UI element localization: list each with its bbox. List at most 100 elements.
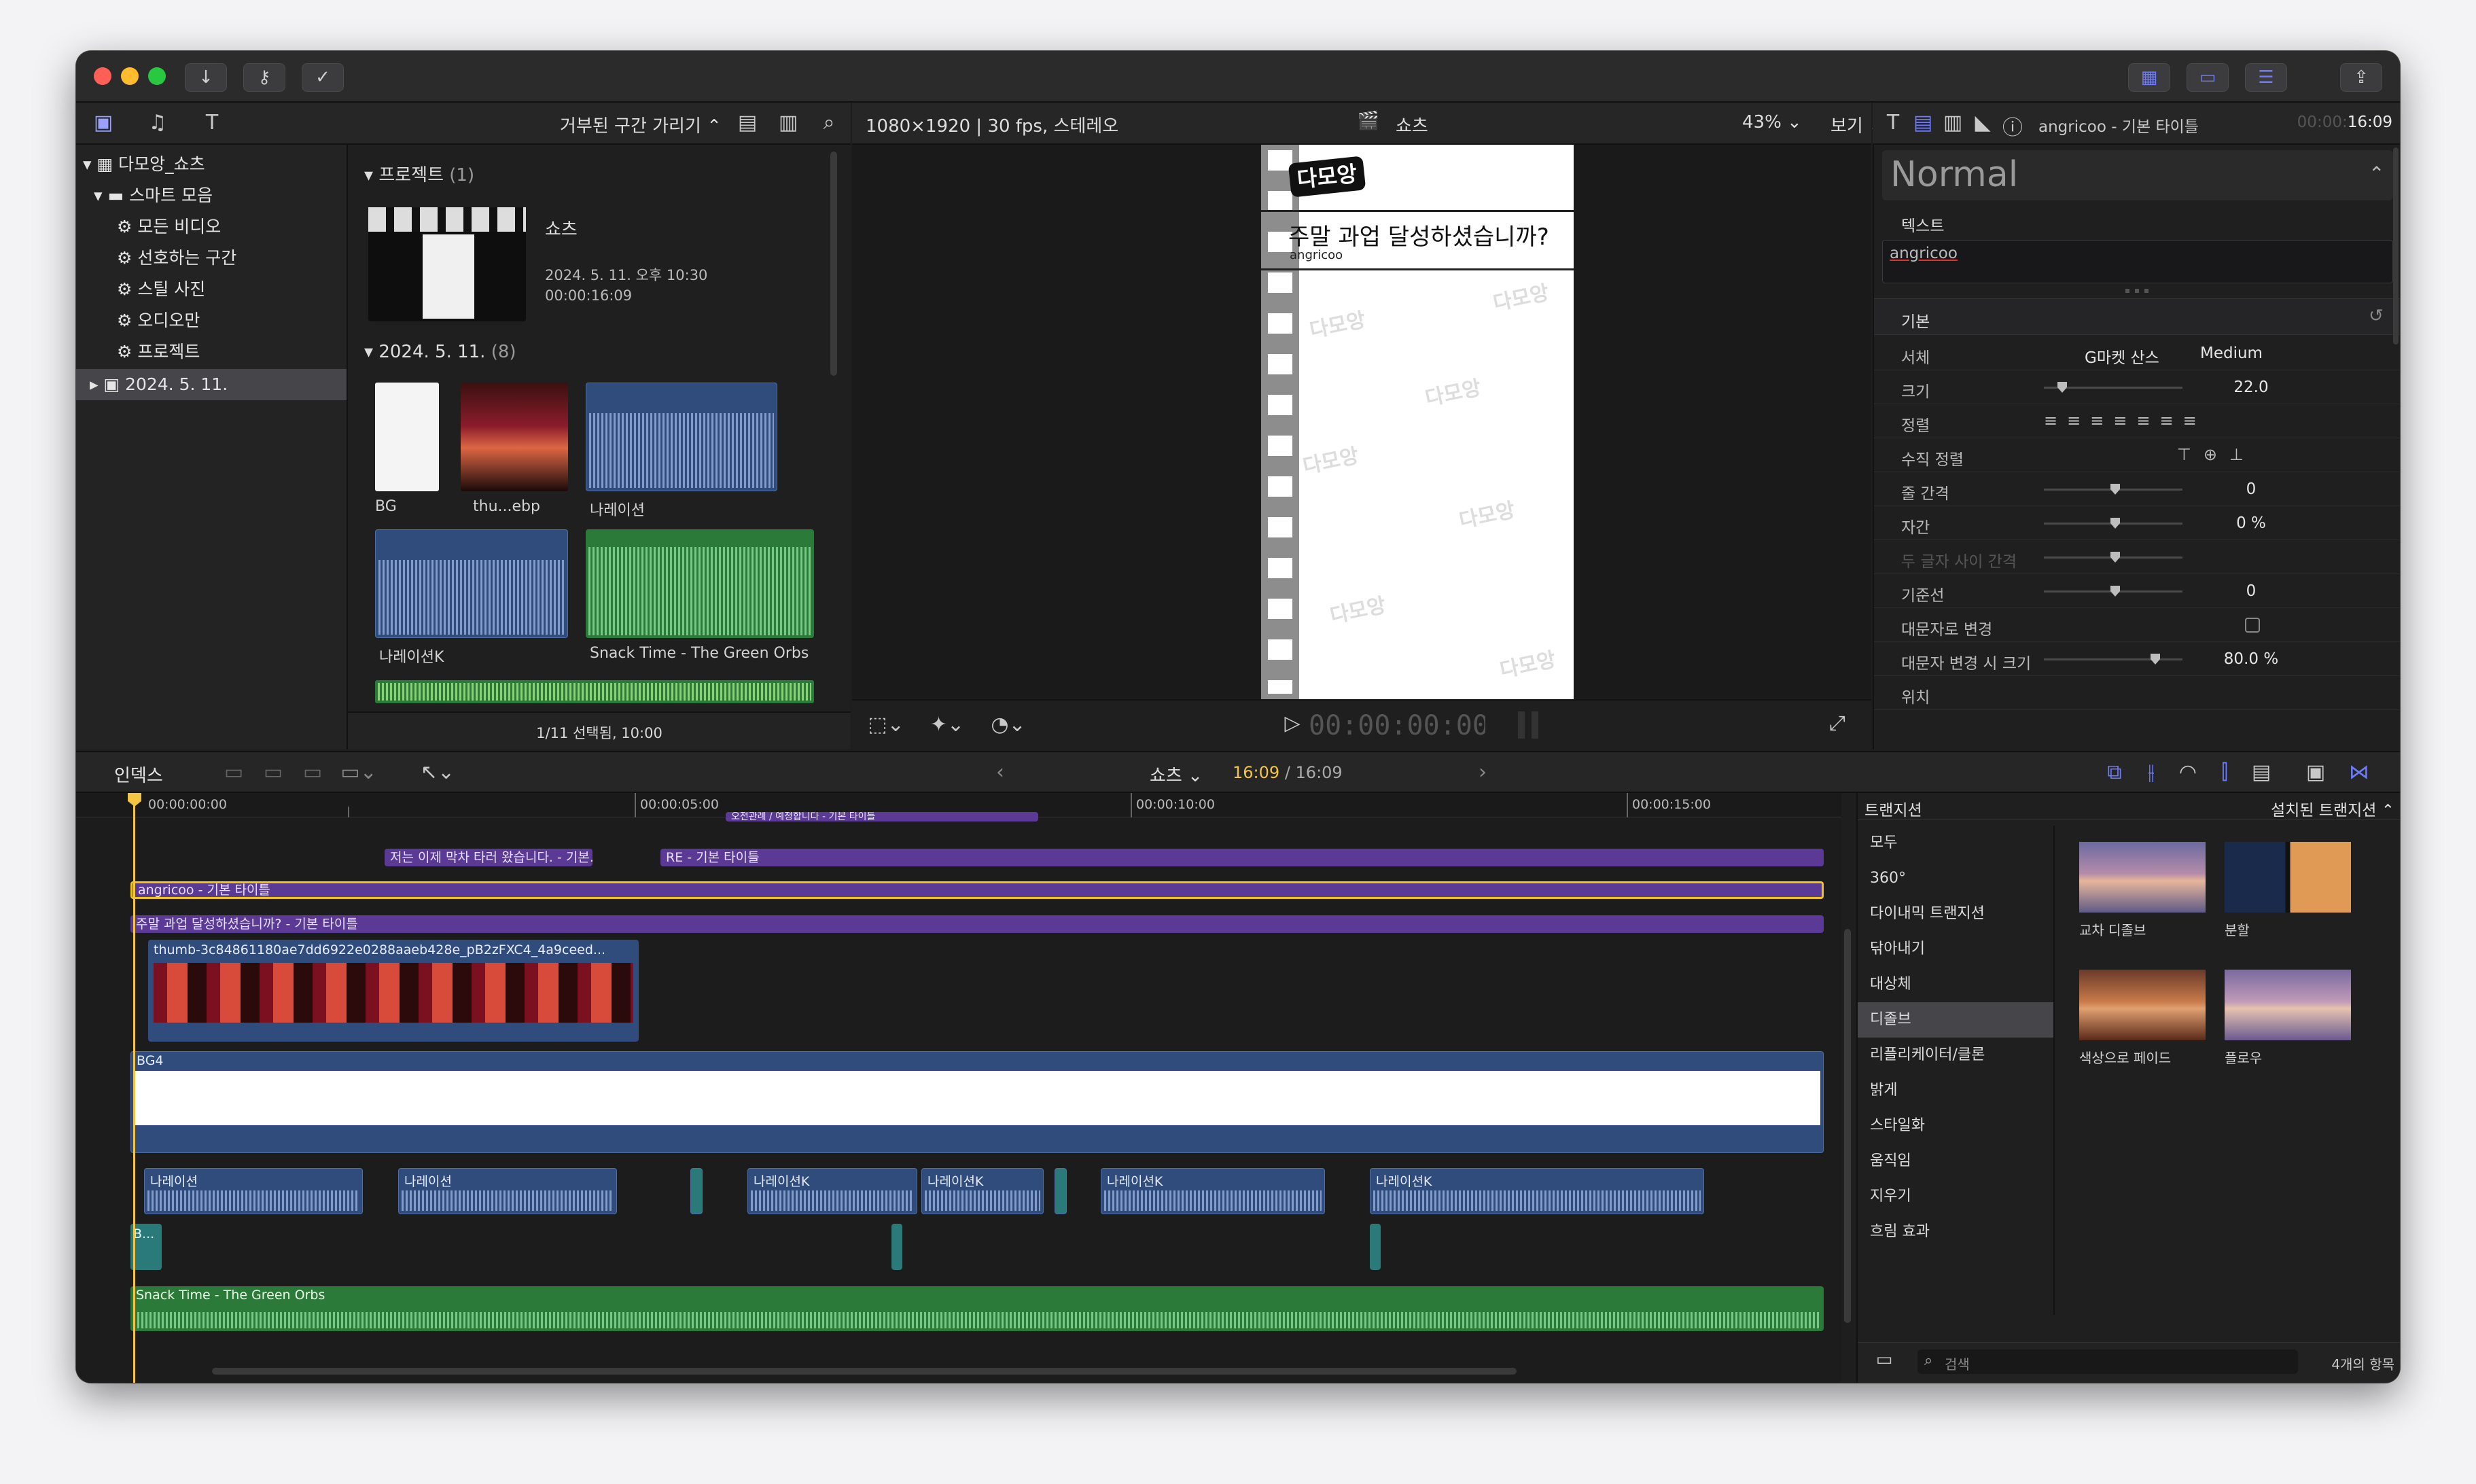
font-weight-popup[interactable]: Medium [2200, 344, 2302, 362]
transform-icon[interactable]: ⬚⌄ [866, 713, 906, 737]
smart-collection-all-video[interactable]: ⚙ 모든 비디오 [117, 211, 341, 243]
background-tasks-button[interactable]: ✓ [302, 63, 344, 92]
inspector-toggle-button[interactable]: ☰ [2245, 63, 2287, 92]
index-button[interactable]: 인덱스 [114, 762, 196, 787]
zoom-popup[interactable]: 43% ⌄ [1742, 112, 1817, 132]
slider-knob[interactable] [2151, 654, 2160, 665]
audio-clip[interactable]: 나레이션K [1101, 1168, 1325, 1214]
timeline-hscrollbar[interactable] [212, 1368, 1517, 1375]
font-family-popup[interactable]: G마켓 산스 [2085, 344, 2193, 368]
reset-icon[interactable]: ↺ [2369, 306, 2384, 326]
inspector-slider[interactable] [2044, 518, 2182, 529]
select-tool-icon[interactable]: ↖⌄ [416, 760, 459, 784]
slider-knob[interactable] [2110, 518, 2120, 529]
slider-knob[interactable] [2110, 484, 2120, 495]
inspector-slider[interactable] [2044, 552, 2182, 563]
title-clip-selected[interactable]: angricoo - 기본 타이틀 [130, 881, 1824, 899]
transition-thumb[interactable] [2225, 970, 2351, 1040]
transition-category[interactable]: 지우기 [1858, 1179, 2053, 1214]
audio-clip[interactable]: 나레이션K [1370, 1168, 1704, 1214]
inspector-slider[interactable] [2044, 484, 2182, 495]
transition-category[interactable]: 닦아내기 [1858, 932, 2053, 967]
insert-clip-icon[interactable]: ▭ [258, 760, 288, 784]
project-thumbnail[interactable] [368, 207, 526, 321]
slider-knob[interactable] [2110, 586, 2120, 597]
transition-category[interactable]: 모두 [1858, 826, 2053, 861]
inspector-scrollbar[interactable] [2393, 147, 2399, 344]
resize-handle[interactable] [2125, 289, 2153, 293]
import-button[interactable]: ↓ [185, 63, 227, 92]
title-inspector-icon[interactable]: ▤ [1911, 111, 1935, 135]
library-icon[interactable]: ▣ [90, 111, 117, 135]
info-icon[interactable]: ⓘ [2000, 111, 2025, 141]
inspector-row-value[interactable]: 22.0 [2200, 378, 2302, 396]
smart-collection-favorites[interactable]: ⚙ 선호하는 구간 [117, 243, 341, 274]
title-clip-2[interactable]: RE - 기본 타이틀 [660, 849, 1824, 866]
sidebar-toggle-icon[interactable]: ▭ [1867, 1349, 1901, 1370]
small-audio-clip[interactable] [891, 1224, 902, 1270]
audio-clip[interactable]: 나레이션 [144, 1168, 363, 1214]
inspector-slider[interactable] [2044, 654, 2182, 665]
smart-collections-folder[interactable]: ▾ ▬ 스마트 모음 [94, 180, 345, 211]
clip-thumb-bg[interactable] [375, 383, 439, 491]
forward-icon[interactable]: › [1469, 760, 1496, 784]
transition-thumb[interactable] [2079, 842, 2206, 913]
video-inspector-icon[interactable]: ▥ [1941, 111, 1965, 135]
transition-category[interactable]: 디졸브 [1858, 1002, 2053, 1038]
browser-toggle-button[interactable]: ▦ [2128, 63, 2170, 92]
audio-clip[interactable]: 나레이션 [398, 1168, 617, 1214]
playhead[interactable] [133, 793, 135, 1383]
minimize-button[interactable] [121, 67, 139, 85]
transitions-browser-icon[interactable]: ⋈ [2346, 760, 2373, 784]
audio-clip-small[interactable] [690, 1168, 703, 1214]
slider-knob[interactable] [2057, 382, 2067, 393]
clip-thumb-music-strip[interactable] [375, 680, 814, 703]
basic-section-header[interactable]: 기본 ↺ [1874, 298, 2400, 335]
bg-clip[interactable]: BG4 [130, 1051, 1824, 1153]
title-clip-4[interactable]: 주말 과업 달성하셨습니까? - 기본 타이틀 [130, 915, 1824, 933]
timeline-vscrollbar[interactable] [1844, 929, 1851, 1323]
zoom-button[interactable] [148, 67, 166, 85]
overwrite-clip-icon[interactable]: ▭⌄ [337, 760, 381, 784]
transition-category[interactable]: 다이내믹 트랜지션 [1858, 896, 2053, 932]
transition-category[interactable]: 움직임 [1858, 1144, 2053, 1179]
photos-icon[interactable]: ♫ [144, 111, 171, 135]
titles-icon[interactable]: T [198, 111, 226, 135]
event-section-header[interactable]: ▾ 2024. 5. 11. (8) [364, 342, 704, 362]
close-button[interactable] [94, 67, 111, 85]
installed-transitions-popup[interactable]: 설치된 트랜지션 ⌃ [2184, 797, 2394, 820]
filter-popup[interactable]: 거부된 구간 가리기 ⌃ [560, 112, 730, 137]
transition-thumb[interactable] [2079, 970, 2206, 1040]
all-caps-checkbox[interactable] [2245, 618, 2260, 633]
snapping-icon[interactable]: ⫿ [2211, 760, 2238, 784]
text-inspector-icon[interactable]: T [1881, 111, 1905, 135]
headphones-icon[interactable]: ◠ [2174, 760, 2201, 784]
smart-collection-projects[interactable]: ⚙ 프로젝트 [117, 336, 341, 368]
library-root[interactable]: ▾ ▦ 다모앙_쇼츠 [83, 149, 348, 180]
play-icon[interactable]: ▷ [1279, 711, 1306, 735]
inspector-row-value[interactable]: 0 % [2200, 514, 2302, 532]
clip-thumb-narration[interactable] [586, 383, 777, 491]
clip-thumb-music[interactable] [586, 529, 814, 638]
inspector-slider[interactable] [2044, 586, 2182, 597]
append-clip-icon[interactable]: ▭ [298, 760, 328, 784]
inspector-row-value[interactable]: 0 [2200, 582, 2302, 600]
effects-browser-icon[interactable]: ▣ [2302, 760, 2329, 784]
transition-category[interactable]: 밝게 [1858, 1073, 2053, 1108]
preset-popup[interactable]: Normal ⌃ [1882, 150, 2393, 200]
timeline-toggle-button[interactable]: ▭ [2187, 63, 2229, 92]
clip-thumb-narration-k[interactable] [375, 529, 568, 638]
transition-thumb[interactable] [2225, 842, 2351, 913]
audio-clip[interactable]: 나레이션K [747, 1168, 917, 1214]
timeline-project-popup[interactable]: 쇼츠 ⌄ [1150, 762, 1231, 787]
clip-appearance-icon[interactable]: ▤ [2248, 760, 2275, 784]
inspector-row-value[interactable]: 0 [2200, 480, 2302, 498]
audio-clip-small[interactable] [1055, 1168, 1067, 1214]
color-inspector-icon[interactable]: ◣ [1970, 111, 1995, 135]
music-clip[interactable]: Snack Time - The Green Orbs [130, 1286, 1824, 1331]
smart-collection-audio[interactable]: ⚙ 오디오만 [117, 305, 341, 336]
transition-category[interactable]: 스타일화 [1858, 1108, 2053, 1144]
transition-category[interactable]: 흐림 효과 [1858, 1214, 2053, 1250]
filmstrip-view-icon[interactable]: ▤ [735, 111, 760, 135]
skimming-icon[interactable]: ⫲ [2138, 760, 2165, 784]
